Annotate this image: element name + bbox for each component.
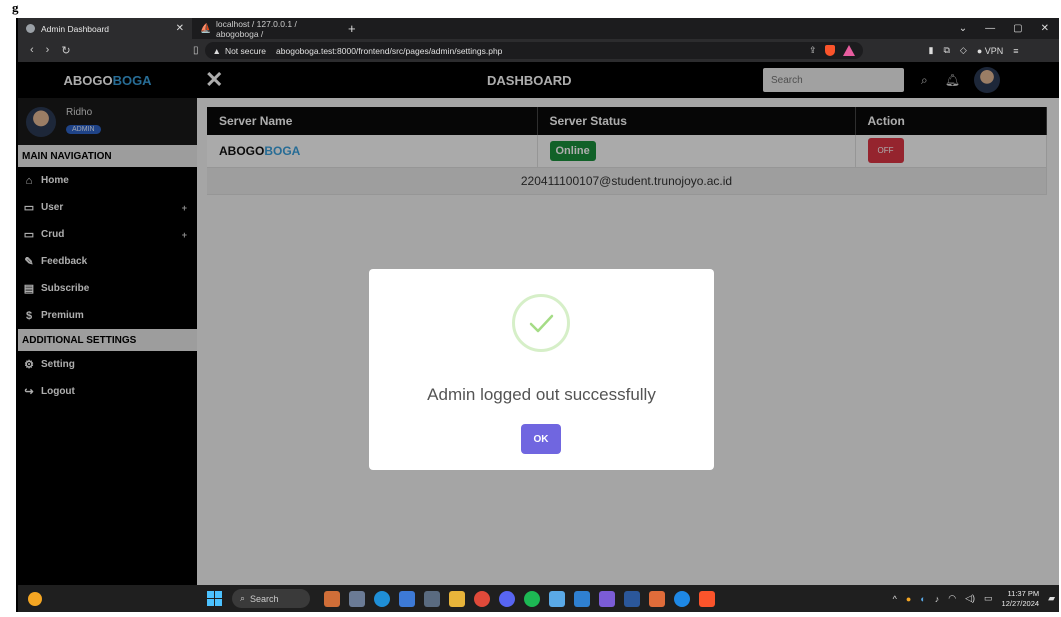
dialog-title: Admin logged out successfully (427, 385, 656, 404)
wifi-icon[interactable]: ◠ (948, 593, 956, 604)
microphone-icon[interactable]: ♪ (935, 594, 940, 604)
brave-shield-icon[interactable] (824, 45, 835, 56)
share-icon[interactable]: ⇪ (809, 45, 817, 56)
notification-icon[interactable]: ▰ (1048, 593, 1055, 604)
sidebar-toggle-icon[interactable]: ▮ (929, 45, 934, 56)
browser-tab-bar: Admin Dashboard ✕ ⛵ localhost / 127.0.0.… (18, 18, 1059, 39)
system-tray: ^ ● ◐ ♪ ◠ ◁) ▭ 11:37 PM 12/27/2024 ▰ (893, 589, 1059, 609)
app-icon[interactable] (674, 590, 690, 607)
browser-address-bar: ‹ › ↻ ▯ ▲ Not secure abogoboga.test:8000… (18, 39, 1059, 62)
tab-admin-dashboard[interactable]: Admin Dashboard ✕ (18, 18, 192, 39)
reload-icon[interactable]: ↻ (61, 44, 70, 57)
taskbar-search-label: Search (250, 593, 279, 604)
warning-icon: ▲ (212, 45, 221, 56)
task-view-icon[interactable] (349, 590, 365, 607)
vpn-label: VPN (984, 45, 1004, 56)
volume-icon[interactable]: ◁) (965, 593, 975, 604)
file-explorer-icon[interactable] (449, 590, 465, 607)
not-secure-label: Not secure (224, 45, 267, 56)
forward-icon[interactable]: › (46, 44, 50, 57)
chevron-up-icon[interactable]: ^ (893, 594, 897, 604)
chrome-icon[interactable] (474, 590, 490, 607)
success-check-icon (512, 294, 570, 352)
widgets-icon[interactable] (324, 590, 340, 607)
url-field[interactable]: ▲ Not secure abogoboga.test:8000/fronten… (204, 42, 863, 59)
minimize-icon[interactable]: — (985, 23, 995, 34)
maximize-icon[interactable]: ▢ (1013, 23, 1022, 34)
screenshot-frame: g Admin Dashboard ✕ ⛵ localhost / 127.0.… (0, 0, 1061, 617)
close-icon[interactable]: ✕ (1041, 23, 1049, 34)
search-icon: ⌕ (240, 593, 246, 603)
phpmyadmin-icon: ⛵ (200, 23, 212, 33)
success-dialog: Admin logged out successfully OK (369, 269, 714, 470)
battery-icon[interactable]: ▭ (984, 593, 993, 604)
url-right-icons: ⇪ (809, 45, 855, 56)
bookmark-icon[interactable]: ▯ (193, 45, 199, 56)
tab-phpmyadmin[interactable]: ⛵ localhost / 127.0.0.1 / abogoboga / (192, 18, 342, 39)
tray-app-icon[interactable]: ● (906, 594, 911, 604)
taskbar-apps (324, 590, 715, 607)
menu-icon[interactable]: ≡ (1013, 46, 1018, 56)
check-mark-icon (529, 314, 554, 333)
brave-rewards-icon[interactable] (842, 45, 855, 56)
tabs-icon[interactable]: ⧉ (943, 45, 949, 56)
vpn-button[interactable]: ● VPN (977, 46, 1003, 56)
weather-icon[interactable] (28, 591, 42, 606)
xampp-icon[interactable] (649, 590, 665, 607)
edge-icon[interactable] (374, 590, 390, 607)
close-tab-icon[interactable]: ✕ (176, 23, 184, 34)
windows-taskbar: ⌕ Search ^ ● ◐ ♪ ◠ ◁) ▭ 11:37 PM 12/27/2… (18, 585, 1059, 612)
taskbar-search[interactable]: ⌕ Search (232, 589, 310, 608)
ok-button[interactable]: OK (521, 424, 561, 454)
window-controls: ⌄ — ▢ ✕ (959, 23, 1059, 34)
clock-date: 12/27/2024 (1001, 598, 1040, 608)
caption-letter: g (12, 0, 19, 15)
vscode-icon[interactable] (574, 590, 590, 607)
spotify-icon[interactable] (524, 590, 540, 607)
brave-icon[interactable] (699, 590, 715, 607)
globe-icon (26, 24, 35, 33)
copilot-icon[interactable] (599, 590, 615, 607)
bottom-margin (14, 612, 1061, 617)
windows-start-icon[interactable] (207, 591, 222, 606)
extensions-icon[interactable]: ◇ (960, 45, 967, 56)
store-icon[interactable] (399, 590, 415, 607)
settings-app-icon[interactable] (424, 590, 440, 607)
clock[interactable]: 11:37 PM 12/27/2024 (1002, 589, 1040, 609)
nav-buttons: ‹ › ↻ (18, 44, 193, 57)
chevron-down-icon[interactable]: ⌄ (959, 23, 967, 34)
tab-label: localhost / 127.0.0.1 / abogoboga / (216, 18, 297, 39)
app-icon[interactable] (549, 590, 565, 607)
new-tab-button[interactable]: + (342, 21, 362, 36)
tray-app-icon[interactable]: ◐ (920, 594, 925, 604)
browser-toolbar-right: ▮ ⧉ ◇ ● VPN ≡ (929, 45, 1019, 56)
back-icon[interactable]: ‹ (30, 44, 34, 57)
word-icon[interactable] (624, 590, 640, 607)
url-text: abogoboga.test:8000/frontend/src/pages/a… (276, 45, 503, 56)
tab-label: Admin Dashboard (41, 23, 110, 34)
discord-icon[interactable] (499, 590, 515, 607)
modal-backdrop[interactable]: Admin logged out successfully OK (18, 62, 1059, 585)
clock-time: 11:37 PM (1007, 588, 1040, 598)
desktop-screen: Admin Dashboard ✕ ⛵ localhost / 127.0.0.… (16, 18, 1059, 612)
